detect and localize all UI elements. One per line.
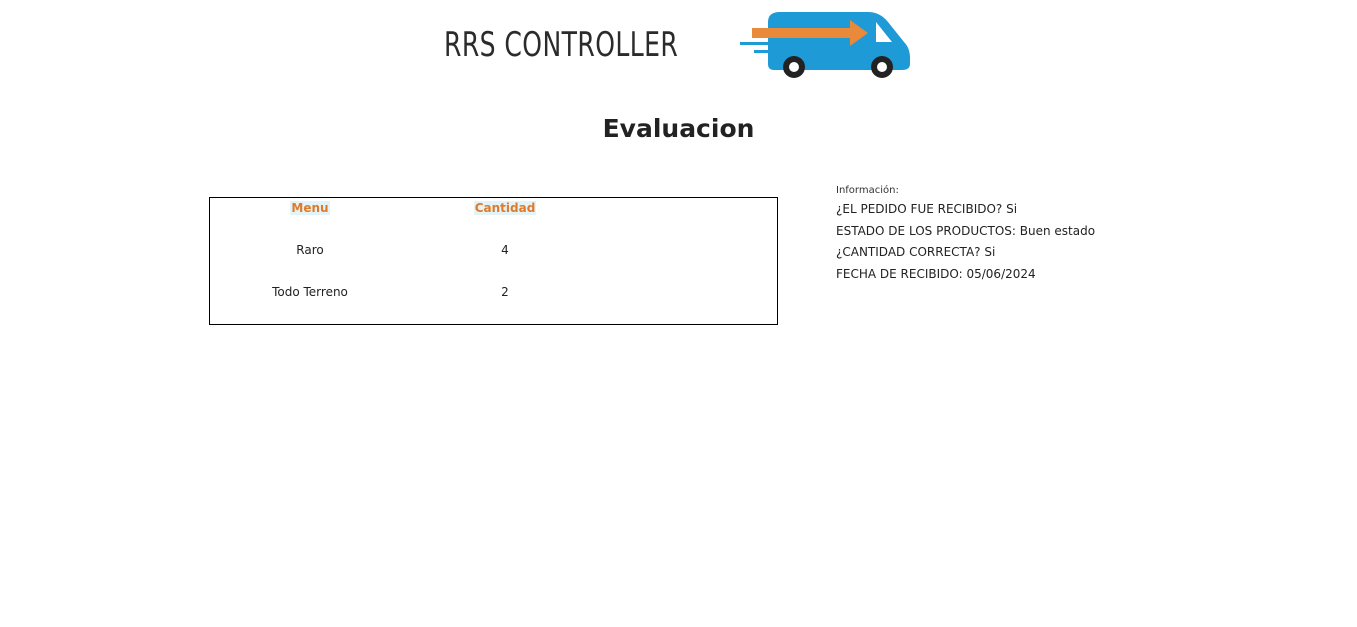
brand-logo: RRS CONTROLLER: [444, 8, 914, 78]
page: RRS CONTROLLER Evaluacion Menu Raro Todo…: [0, 0, 1357, 627]
info-order-received: ¿EL PEDIDO FUE RECIBIDO? Si: [836, 202, 1018, 216]
info-received-date: FECHA DE RECIBIDO: 05/06/2024: [836, 266, 1036, 281]
info-product-state: ESTADO DE LOS PRODUCTOS: Buen estado: [836, 223, 1096, 238]
row-quantity-value: 4: [501, 243, 509, 257]
brand-logo-text: RRS CONTROLLER: [444, 25, 679, 65]
delivery-truck-icon: [740, 12, 910, 78]
evaluation-table: Menu Raro Todo Terreno Cantidad 4 2: [209, 197, 778, 325]
info-quantity-correct: ¿CANTIDAD CORRECTA? Si: [836, 245, 996, 259]
table-row: Todo Terreno: [250, 285, 370, 299]
row-menu-value: Raro: [296, 243, 324, 257]
table-row: Raro: [250, 243, 370, 257]
info-panel: Información: ¿EL PEDIDO FUE RECIBIDO? Si…: [836, 185, 1095, 285]
column-header-menu: Menu: [290, 201, 330, 215]
column-header-cantidad: Cantidad: [473, 201, 537, 215]
info-label: Información:: [836, 185, 899, 196]
page-title: Evaluacion: [602, 114, 755, 143]
row-menu-value: Todo Terreno: [272, 285, 348, 299]
row-quantity-value: 2: [501, 285, 509, 299]
